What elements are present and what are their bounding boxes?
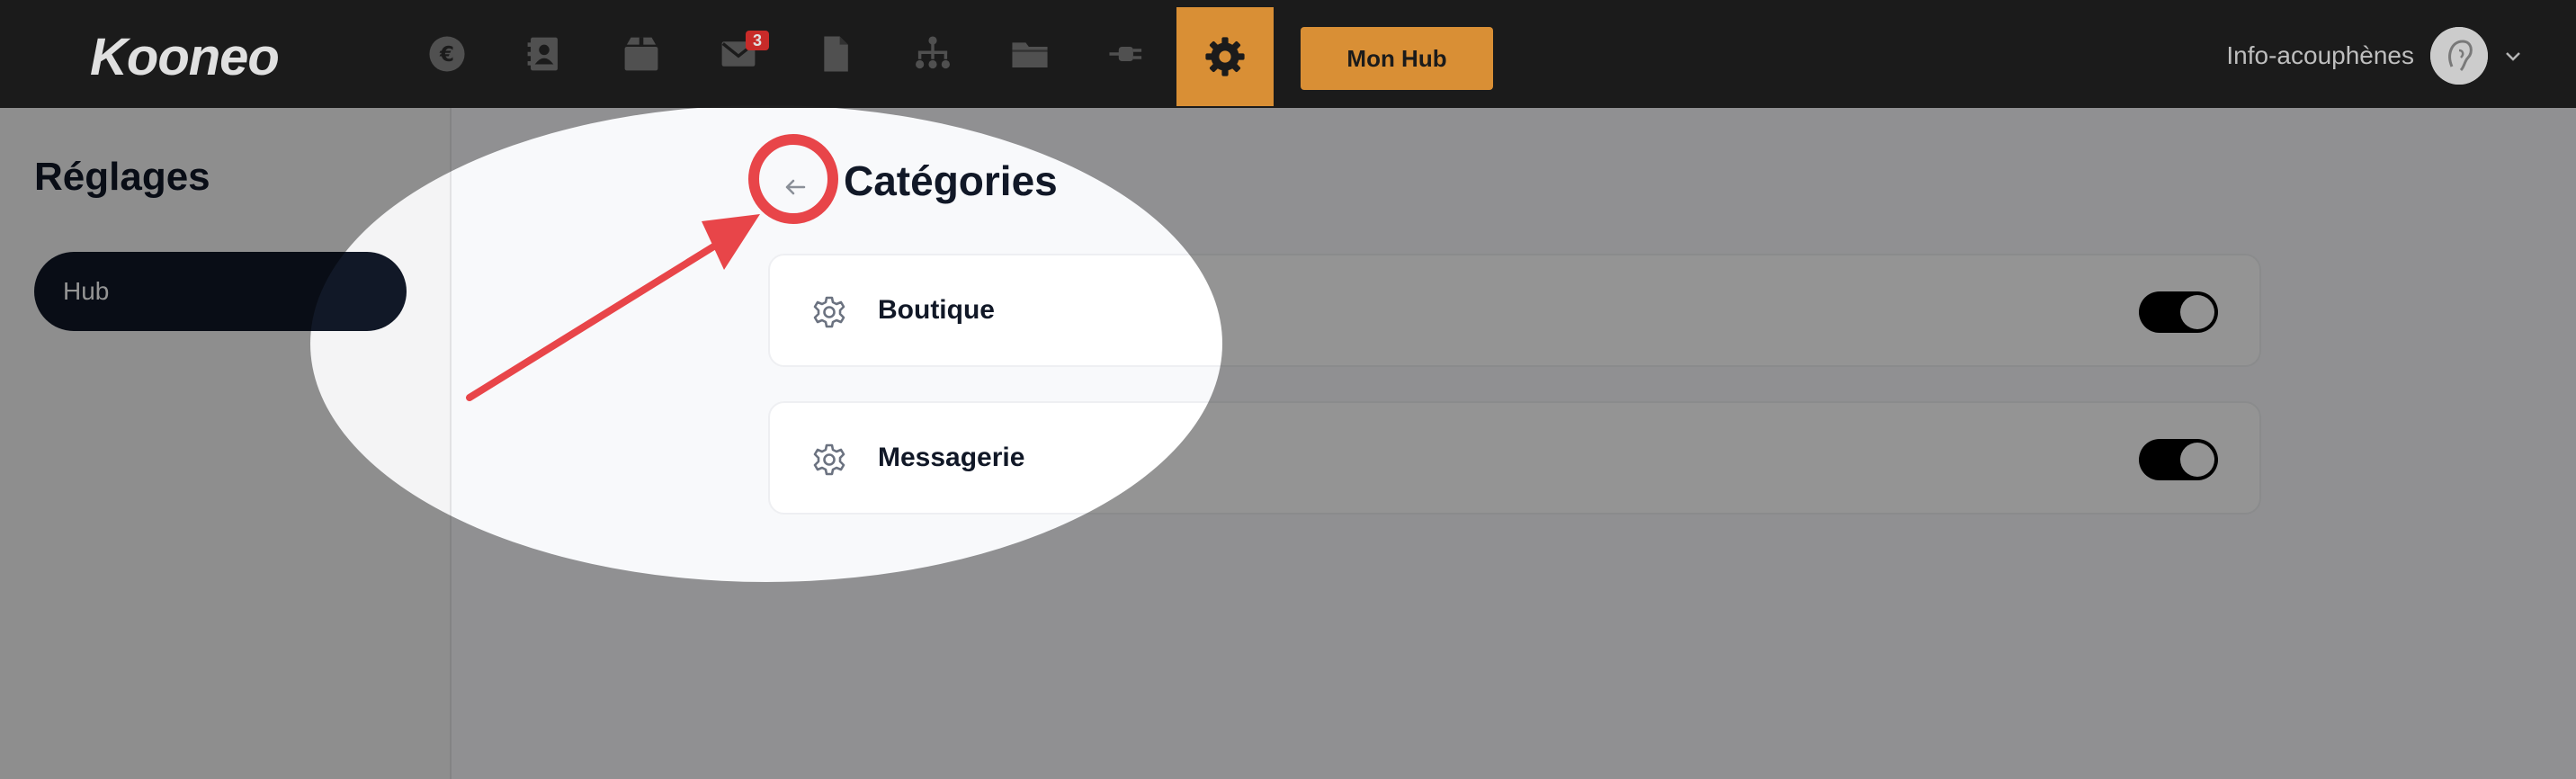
box-icon[interactable]	[613, 25, 670, 83]
mail-count-badge: 3	[746, 31, 769, 50]
toggle-knob	[2180, 295, 2214, 329]
sitemap-icon[interactable]	[904, 25, 962, 83]
folder-icon[interactable]	[1001, 25, 1059, 83]
file-icon[interactable]	[807, 25, 864, 83]
top-navigation-bar: Kooneo € 3 Mon Hub Info-acouphènes	[0, 0, 2576, 108]
mon-hub-button[interactable]: Mon Hub	[1301, 27, 1493, 90]
avatar[interactable]	[2430, 27, 2488, 85]
settings-tab[interactable]	[1176, 7, 1274, 106]
gear-icon	[1205, 37, 1245, 76]
contacts-icon[interactable]	[515, 25, 573, 83]
settings-sidebar: Réglages Hub	[0, 108, 452, 779]
chevron-down-icon[interactable]	[2502, 45, 2524, 67]
category-card-boutique: Boutique	[768, 254, 2261, 367]
euro-icon[interactable]: €	[418, 25, 476, 83]
sidebar-title: Réglages	[34, 155, 210, 199]
gear-icon	[813, 296, 845, 328]
account-name[interactable]: Info-acouphènes	[2226, 41, 2414, 70]
arrow-left-icon	[785, 179, 806, 195]
toggle-knob	[2180, 443, 2214, 477]
gear-icon	[813, 443, 845, 476]
category-label: Boutique	[878, 295, 995, 325]
mail-icon[interactable]: 3	[710, 25, 769, 83]
boutique-toggle[interactable]	[2139, 291, 2218, 333]
messagerie-toggle[interactable]	[2139, 439, 2218, 480]
plug-icon[interactable]	[1098, 25, 1156, 83]
sidebar-item-hub[interactable]: Hub	[34, 252, 407, 331]
category-card-messagerie: Messagerie	[768, 401, 2261, 515]
svg-text:€: €	[439, 43, 454, 67]
back-button[interactable]	[761, 153, 829, 221]
page-title: Catégories	[844, 157, 1058, 204]
kooneo-logo[interactable]: Kooneo	[90, 27, 280, 87]
ear-logo-icon	[2430, 27, 2488, 85]
category-label: Messagerie	[878, 443, 1025, 472]
